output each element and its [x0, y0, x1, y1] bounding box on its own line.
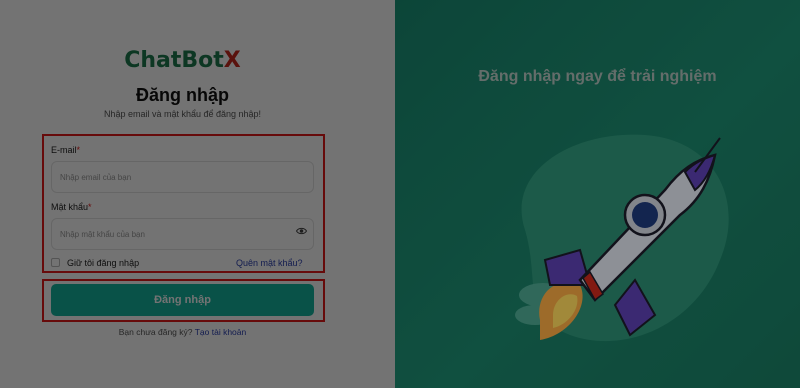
- brand-name: ChatBot: [124, 48, 224, 73]
- remember-checkbox[interactable]: [51, 258, 60, 267]
- signup-prompt-text: Bạn chưa đăng ký?: [118, 327, 193, 337]
- login-panel: ChatBotX Đăng nhập Nhập email và mật khẩ…: [0, 0, 395, 388]
- promo-tagline: Đăng nhập ngay để trải nghiệm: [478, 68, 717, 85]
- password-label: Mật khẩu*: [51, 202, 92, 212]
- login-button[interactable]: Đăng nhập: [51, 284, 314, 316]
- eye-icon[interactable]: [295, 227, 308, 238]
- remember-label: Giữ tôi đăng nhập: [67, 258, 140, 268]
- email-required-mark: *: [76, 145, 81, 155]
- create-account-link[interactable]: Tạo tài khoản: [195, 327, 247, 337]
- password-required-mark: *: [88, 202, 92, 212]
- brand-logo: ChatBotX: [0, 48, 365, 73]
- password-label-text: Mật khẩu: [51, 202, 89, 212]
- page-subtitle: Nhập email và mật khẩu để đăng nhập!: [103, 109, 262, 119]
- password-field[interactable]: [51, 218, 314, 250]
- promo-panel: Đăng nhập ngay để trải nghiệm: [395, 0, 800, 388]
- rocket-illustration: [515, 134, 729, 342]
- brand-suffix: X: [223, 48, 241, 73]
- email-label: E-mail*: [51, 145, 80, 155]
- page-title: Đăng nhập: [136, 85, 229, 105]
- signup-prompt: Bạn chưa đăng ký? Tạo tài khoản: [0, 327, 365, 337]
- email-field[interactable]: [51, 161, 314, 193]
- forgot-password-link[interactable]: Quên mật khẩu?: [236, 258, 303, 268]
- email-label-text: E-mail: [51, 145, 77, 155]
